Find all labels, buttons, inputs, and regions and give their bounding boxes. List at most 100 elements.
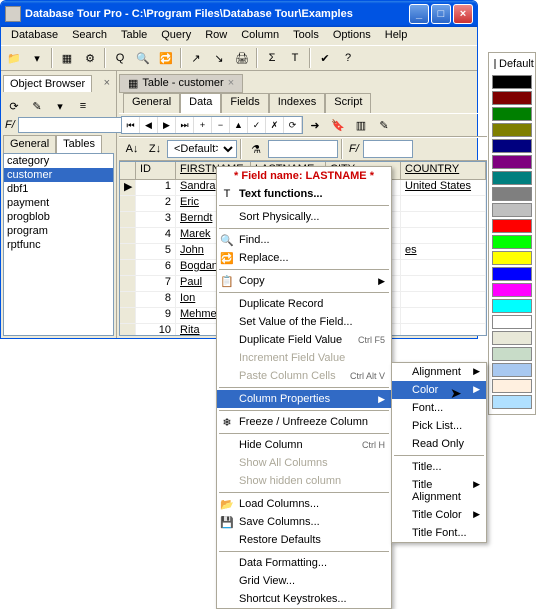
row-header[interactable] — [120, 324, 136, 336]
list-item[interactable]: program — [4, 224, 113, 238]
sub-color[interactable]: Color▶ — [392, 381, 486, 399]
menu-table[interactable]: Table — [115, 28, 153, 44]
list-item[interactable]: dbf1 — [4, 182, 113, 196]
row-header[interactable] — [120, 260, 136, 275]
tool-import-icon[interactable]: ↘ — [208, 47, 230, 69]
refresh-icon[interactable]: ⟳ — [3, 95, 25, 117]
table-list[interactable]: category customer dbf1 payment progblob … — [3, 153, 114, 336]
object-browser-tab[interactable]: Object Browser — [3, 75, 92, 92]
cell-country[interactable] — [401, 324, 486, 336]
ctx-hide-column[interactable]: Hide ColumnCtrl H — [217, 436, 391, 454]
sub-readonly[interactable]: Read Only — [392, 435, 486, 453]
color-swatch[interactable] — [492, 187, 532, 201]
ctx-grid-view[interactable]: Grid View... — [217, 572, 391, 590]
color-swatch[interactable] — [492, 155, 532, 169]
color-swatch[interactable] — [492, 395, 532, 409]
sort-desc-icon[interactable]: Z↓ — [144, 138, 166, 160]
menu-query[interactable]: Query — [155, 28, 197, 44]
color-swatch[interactable] — [492, 267, 532, 281]
nav-first-icon[interactable]: ⏮ — [122, 117, 140, 133]
cell-id[interactable]: 10 — [136, 324, 176, 336]
cell-country[interactable] — [401, 260, 486, 275]
cell-id[interactable]: 2 — [136, 196, 176, 211]
columns-icon[interactable]: ▥ — [350, 114, 372, 136]
nav-last-icon[interactable]: ⏭ — [176, 117, 194, 133]
list-item[interactable]: category — [4, 154, 113, 168]
tree-icon[interactable]: ≡ — [72, 95, 94, 117]
row-header[interactable] — [120, 244, 136, 259]
color-swatch[interactable] — [492, 379, 532, 393]
sub-title[interactable]: Title... — [392, 458, 486, 476]
cell-country[interactable] — [401, 212, 486, 227]
color-swatch[interactable] — [492, 107, 532, 121]
ctx-dup-field[interactable]: Duplicate Field ValueCtrl F5 — [217, 331, 391, 349]
ctx-find[interactable]: 🔍Find... — [217, 231, 391, 249]
tool-open-icon[interactable]: 📁 — [3, 47, 25, 69]
sub-font[interactable]: Font... — [392, 399, 486, 417]
tool-text-icon[interactable]: T — [284, 47, 306, 69]
menu-row[interactable]: Row — [199, 28, 233, 44]
tab-general[interactable]: General — [3, 135, 56, 153]
cell-country[interactable] — [401, 276, 486, 291]
cell-id[interactable]: 3 — [136, 212, 176, 227]
new-icon[interactable]: ✎ — [26, 95, 48, 117]
color-swatch[interactable] — [492, 347, 532, 361]
viewtab-script[interactable]: Script — [325, 93, 371, 113]
tool-check-icon[interactable]: ✔ — [314, 47, 336, 69]
tab-tables[interactable]: Tables — [56, 135, 102, 153]
ctx-data-formatting[interactable]: Data Formatting... — [217, 554, 391, 572]
filter-expr-input[interactable] — [268, 140, 338, 158]
tool-sum-icon[interactable]: Σ — [261, 47, 283, 69]
titlebar[interactable]: Database Tour Pro - C:\Program Files\Dat… — [1, 1, 477, 27]
color-swatch[interactable] — [492, 299, 532, 313]
sort-select[interactable]: <Default> — [167, 140, 237, 158]
drop-icon[interactable]: ▾ — [49, 95, 71, 117]
nav-del-icon[interactable]: − — [212, 117, 230, 133]
color-swatch[interactable] — [492, 363, 532, 377]
tool-db-icon[interactable]: ▾ — [26, 47, 48, 69]
row-header[interactable] — [120, 276, 136, 291]
sub-title-font[interactable]: Title Font... — [392, 524, 486, 542]
maximize-button[interactable]: □ — [431, 4, 451, 24]
row-header[interactable] — [120, 212, 136, 227]
row-header[interactable]: ▶ — [120, 180, 136, 195]
nav-next-icon[interactable]: ▶ — [158, 117, 176, 133]
cell-id[interactable]: 9 — [136, 308, 176, 323]
list-item[interactable]: customer — [4, 168, 113, 182]
sub-picklist[interactable]: Pick List... — [392, 417, 486, 435]
color-swatch[interactable] — [492, 91, 532, 105]
sub-alignment[interactable]: Alignment▶ — [392, 363, 486, 381]
color-default[interactable]: Default — [492, 56, 532, 72]
menu-search[interactable]: Search — [66, 28, 113, 44]
nav-add-icon[interactable]: + — [194, 117, 212, 133]
color-swatch[interactable] — [492, 251, 532, 265]
row-header-corner[interactable] — [120, 162, 136, 179]
cell-id[interactable]: 1 — [136, 180, 176, 195]
viewtab-indexes[interactable]: Indexes — [269, 93, 326, 113]
filter-icon[interactable]: ⚗ — [245, 138, 267, 160]
color-swatch[interactable] — [492, 203, 532, 217]
cell-id[interactable]: 5 — [136, 244, 176, 259]
doc-tab[interactable]: ▦ Table - customer × — [119, 74, 243, 93]
color-swatch[interactable] — [492, 283, 532, 297]
color-swatch[interactable] — [492, 331, 532, 345]
cell-country[interactable] — [401, 308, 486, 323]
color-swatch[interactable] — [492, 75, 532, 89]
nav-post-icon[interactable]: ✓ — [248, 117, 266, 133]
color-swatch[interactable] — [492, 219, 532, 233]
nav-edit-icon[interactable]: ▲ — [230, 117, 248, 133]
ctx-save-columns[interactable]: 💾Save Columns... — [217, 513, 391, 531]
list-item[interactable]: payment — [4, 196, 113, 210]
list-item[interactable]: progblob — [4, 210, 113, 224]
ctx-replace[interactable]: 🔁Replace... — [217, 249, 391, 267]
list-item[interactable]: rptfunc — [4, 238, 113, 252]
color-swatch[interactable] — [492, 139, 532, 153]
tool-props-icon[interactable]: ⚙ — [79, 47, 101, 69]
cell-country[interactable] — [401, 292, 486, 307]
menu-tools[interactable]: Tools — [287, 28, 325, 44]
cell-country[interactable] — [401, 228, 486, 243]
expr-input[interactable] — [363, 140, 413, 158]
cell-id[interactable]: 7 — [136, 276, 176, 291]
ctx-freeze[interactable]: ❄Freeze / Unfreeze Column — [217, 413, 391, 431]
menu-column[interactable]: Column — [235, 28, 285, 44]
